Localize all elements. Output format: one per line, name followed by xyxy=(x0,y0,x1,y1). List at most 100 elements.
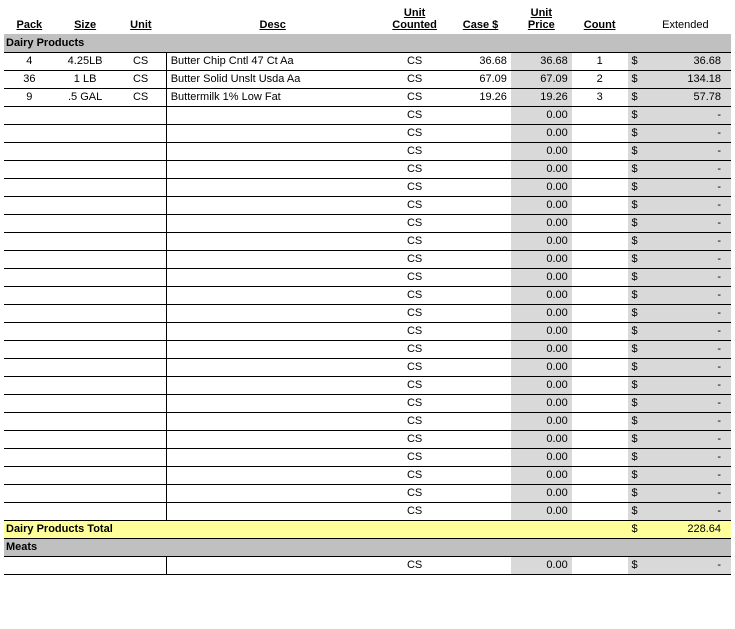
cell-unit xyxy=(116,322,167,340)
cell-ext: - xyxy=(646,124,731,142)
cell-uc: CS xyxy=(379,340,450,358)
cell-count xyxy=(572,196,628,214)
cell-pack xyxy=(4,232,55,250)
cell-uc: CS xyxy=(379,448,450,466)
cell-dollar: $ xyxy=(628,106,646,124)
cell-dollar: $ xyxy=(628,142,646,160)
cell-uprice: 0.00 xyxy=(511,448,572,466)
cell-count xyxy=(572,484,628,502)
cell-ext: - xyxy=(646,466,731,484)
table-row: CS0.00$- xyxy=(4,340,731,358)
cell-case xyxy=(450,340,511,358)
cell-unit xyxy=(116,430,167,448)
cell-ext: - xyxy=(646,178,731,196)
cell-size xyxy=(55,376,116,394)
cell-ext: 57.78 xyxy=(646,88,731,106)
table-row: CS0.00$- xyxy=(4,412,731,430)
cell-ext: - xyxy=(646,358,731,376)
cell-count xyxy=(572,160,628,178)
cell-dollar: $ xyxy=(628,250,646,268)
cell-desc xyxy=(166,106,379,124)
cell-desc: Buttermilk 1% Low Fat xyxy=(166,88,379,106)
cell-ext: - xyxy=(646,322,731,340)
cell-uprice: 0.00 xyxy=(511,250,572,268)
cell-dollar: $ xyxy=(628,232,646,250)
cell-uc: CS xyxy=(379,394,450,412)
cell-uprice: 19.26 xyxy=(511,88,572,106)
cell-ext: 134.18 xyxy=(646,70,731,88)
cell-unit xyxy=(116,160,167,178)
cell-dollar: $ xyxy=(628,286,646,304)
cell-size xyxy=(55,322,116,340)
section-header: Dairy Products xyxy=(4,34,731,52)
cell-count xyxy=(572,322,628,340)
cell-uprice: 67.09 xyxy=(511,70,572,88)
cell-desc xyxy=(166,160,379,178)
cell-size xyxy=(55,160,116,178)
cell-case xyxy=(450,376,511,394)
cell-desc xyxy=(166,358,379,376)
cell-pack xyxy=(4,286,55,304)
cell-uc: CS xyxy=(379,106,450,124)
cell-desc xyxy=(166,268,379,286)
cell-ext: - xyxy=(646,502,731,520)
cell-unit xyxy=(116,448,167,466)
cell-dollar: $ xyxy=(628,484,646,502)
cell-pack xyxy=(4,466,55,484)
cell-dollar: $ xyxy=(628,466,646,484)
cell-desc xyxy=(166,250,379,268)
cell-case xyxy=(450,484,511,502)
cell-uc: CS xyxy=(379,178,450,196)
cell-ext: - xyxy=(646,484,731,502)
cell-desc xyxy=(166,196,379,214)
table-row: CS0.00$- xyxy=(4,448,731,466)
cell-ext: - xyxy=(646,394,731,412)
cell-count: 3 xyxy=(572,88,628,106)
cell-size xyxy=(55,556,116,574)
cell-count xyxy=(572,106,628,124)
cell-unit xyxy=(116,502,167,520)
cell-uc: CS xyxy=(379,322,450,340)
cell-uc: CS xyxy=(379,196,450,214)
cell-uprice: 0.00 xyxy=(511,178,572,196)
cell-pack xyxy=(4,178,55,196)
cell-case xyxy=(450,394,511,412)
cell-unit xyxy=(116,214,167,232)
cell-desc xyxy=(166,394,379,412)
table-row: CS0.00$- xyxy=(4,358,731,376)
cell-unit xyxy=(116,358,167,376)
cell-count xyxy=(572,358,628,376)
cell-uc: CS xyxy=(379,214,450,232)
cell-pack xyxy=(4,556,55,574)
cell-case xyxy=(450,358,511,376)
header-size: Size xyxy=(55,4,116,34)
cell-unit: CS xyxy=(116,52,167,70)
table-row: CS0.00$- xyxy=(4,214,731,232)
cell-uc: CS xyxy=(379,502,450,520)
cell-ext: - xyxy=(646,304,731,322)
table-row: 9.5 GALCSButtermilk 1% Low FatCS19.2619.… xyxy=(4,88,731,106)
cell-ext: - xyxy=(646,142,731,160)
cell-dollar: $ xyxy=(628,268,646,286)
cell-uc: CS xyxy=(379,430,450,448)
table-row: 44.25LBCSButter Chip Cntl 47 Ct AaCS36.6… xyxy=(4,52,731,70)
cell-unit xyxy=(116,142,167,160)
cell-pack xyxy=(4,448,55,466)
cell-desc xyxy=(166,124,379,142)
table-row: CS0.00$- xyxy=(4,394,731,412)
cell-pack xyxy=(4,304,55,322)
cell-dollar: $ xyxy=(628,124,646,142)
table-row: 361 LBCSButter Solid Unslt Usda AaCS67.0… xyxy=(4,70,731,88)
header-unit-price: UnitPrice xyxy=(511,4,572,34)
cell-unit xyxy=(116,376,167,394)
cell-desc xyxy=(166,214,379,232)
cell-pack xyxy=(4,214,55,232)
total-ext: 228.64 xyxy=(646,520,731,538)
cell-desc xyxy=(166,340,379,358)
cell-size xyxy=(55,358,116,376)
cell-pack xyxy=(4,484,55,502)
cell-uprice: 0.00 xyxy=(511,376,572,394)
cell-uprice: 0.00 xyxy=(511,430,572,448)
cell-uprice: 0.00 xyxy=(511,394,572,412)
cell-size xyxy=(55,412,116,430)
